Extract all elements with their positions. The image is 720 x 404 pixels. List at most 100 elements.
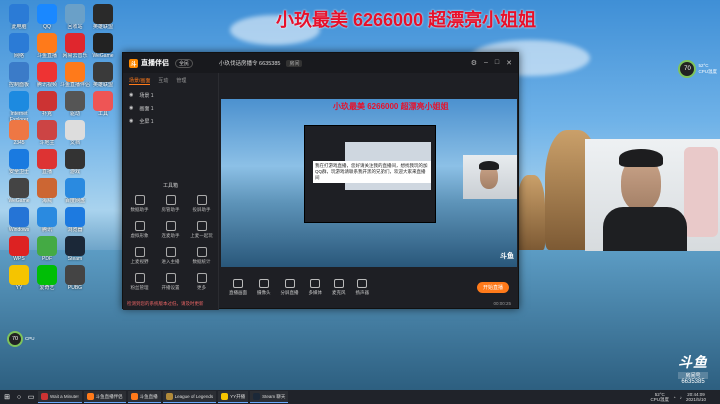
desktop-icon[interactable]: WeGame <box>4 178 34 210</box>
control-button[interactable]: 扬声器 <box>356 279 369 296</box>
network-icon[interactable]: ◔ <box>673 395 676 400</box>
desktop-icon[interactable]: 斗地主 <box>32 120 62 152</box>
control-label: 分屏直播 <box>280 290 299 295</box>
app-titlebar: 斗 直播伴侣 全民 小玖伐话房播令 6635385 房间 ⚙ – □ ✕ <box>123 53 518 73</box>
desktop-icon[interactable]: WPS <box>4 236 34 268</box>
app-icon <box>9 236 29 256</box>
eye-icon[interactable]: ◉ <box>129 118 133 125</box>
search-icon[interactable]: ○ <box>14 392 24 402</box>
app-icon <box>93 62 113 82</box>
desktop-icon[interactable]: 网易云音乐 <box>60 33 90 65</box>
tray-temp-label: CPU温度 <box>650 397 669 402</box>
settings-icon[interactable]: ⚙ <box>471 59 477 67</box>
task-view-icon[interactable]: ▭ <box>26 392 36 402</box>
desktop-icon[interactable]: Windows <box>4 207 34 239</box>
desktop-icon[interactable]: WeGame <box>88 33 118 65</box>
control-icon <box>284 279 295 288</box>
tool-item[interactable]: 粉丝管理 <box>125 273 154 291</box>
tool-item[interactable]: 进入主播 <box>156 247 185 265</box>
desktop-icon[interactable]: 腾讯 <box>32 207 62 239</box>
scene-item[interactable]: ◉ 画面 1 <box>123 102 218 115</box>
live-timer: 00:00:25 <box>493 301 511 306</box>
control-button[interactable]: 摄像头 <box>257 279 271 296</box>
desktop-icon[interactable]: 驱动 <box>60 91 90 123</box>
maximize-icon[interactable]: □ <box>495 59 499 67</box>
desktop-icon-label: 爱奇艺 <box>39 285 55 291</box>
desktop-icon[interactable]: 控制面板 <box>4 62 34 94</box>
desktop-icon[interactable]: QQ <box>32 4 62 36</box>
streaming-app-window[interactable]: 斗 直播伴侣 全民 小玖伐话房播令 6635385 房间 ⚙ – □ ✕ 场景/… <box>122 52 519 310</box>
app-icon <box>9 120 29 140</box>
desktop-icon[interactable]: Steam <box>60 236 90 268</box>
desktop-icon[interactable]: Internet Explorer <box>4 91 34 123</box>
desktop-icon[interactable]: 扑克 <box>32 91 62 123</box>
taskbar-item[interactable]: 斗鱼直播 <box>127 391 161 403</box>
taskbar-item[interactable]: YY开播 <box>218 391 249 403</box>
desktop-icon[interactable]: PUBG <box>60 265 90 297</box>
eye-icon[interactable]: ◉ <box>129 105 133 112</box>
desktop-icon[interactable]: 斗鱼直播 <box>32 33 62 65</box>
taskbar-item[interactable]: League of Legends <box>162 391 217 403</box>
taskbar-item-label: League of Legends <box>174 394 214 399</box>
taskbar-item[interactable]: Steam 聊天 <box>250 391 289 403</box>
eye-icon[interactable]: ◉ <box>129 92 133 99</box>
app-icon <box>9 149 29 169</box>
desktop-icon[interactable]: 此电脑 <box>4 4 34 36</box>
desktop-icon[interactable]: 回收站 <box>60 4 90 36</box>
stream-preview[interactable]: 小玖最美 6266000 超漂亮小姐姐 我在打游戏直播，您好请关注我的直播间，想… <box>221 99 517 267</box>
tool-label: 上麦一起玩 <box>190 233 213 238</box>
windows-start-icon[interactable]: ⊞ <box>2 392 12 402</box>
tool-item[interactable]: 数据助手 <box>125 195 154 213</box>
control-button[interactable]: 麦克风 <box>332 279 346 296</box>
desktop-icon[interactable]: 游戏 <box>60 149 90 181</box>
room-tag[interactable]: 房间 <box>286 59 303 67</box>
desktop-icon[interactable]: 网络 <box>4 33 34 65</box>
control-button[interactable]: 直播画面 <box>229 279 247 296</box>
desktop-icon[interactable]: 百度网盘 <box>60 178 90 210</box>
tool-item[interactable]: 连麦助手 <box>156 221 185 239</box>
desktop-icon[interactable]: 斗鱼直播伴侣 <box>60 62 90 94</box>
desktop-icon[interactable]: 2345 <box>4 120 34 152</box>
minimize-icon[interactable]: – <box>484 59 488 67</box>
tool-item[interactable]: 房管助手 <box>156 195 185 213</box>
tool-item[interactable]: 数据统计 <box>187 247 216 265</box>
control-button[interactable]: 分屏直播 <box>281 279 299 296</box>
desktop-icon[interactable]: 文档 <box>60 120 90 152</box>
desktop-icon[interactable]: 爱奇艺 <box>32 265 62 297</box>
tool-item[interactable]: 开播设置 <box>156 273 185 291</box>
desktop-icon[interactable]: 工具 <box>88 91 118 123</box>
taskbar-item-label: Wait a Minute! <box>50 394 79 399</box>
desktop-icon[interactable]: 直播 <box>32 149 62 181</box>
taskbar-items: Wait a Minute! 斗鱼直播伴侣 斗鱼直播 League of Legend… <box>38 391 289 403</box>
taskbar-item[interactable]: Wait a Minute! <box>38 391 82 403</box>
desktop-icon[interactable]: 英雄联盟 <box>88 62 118 94</box>
tab-0[interactable]: 场景/画面 <box>129 77 151 85</box>
tool-item[interactable]: 上麦视野 <box>125 247 154 265</box>
scene-item[interactable]: ◉ 场景 1 <box>123 89 218 102</box>
tool-item[interactable]: 虚拟形象 <box>125 221 154 239</box>
control-button[interactable]: 多媒体 <box>309 279 322 296</box>
clock[interactable]: 20:44:09 2021/5/10 <box>686 392 706 402</box>
app-icon <box>37 149 57 169</box>
tab-1[interactable]: 互动 <box>158 77 168 85</box>
start-live-button[interactable]: 开始直播 <box>476 282 509 293</box>
desktop-icon[interactable]: 安全卫士 <box>4 149 34 181</box>
desktop-icon[interactable]: 英雄联盟 <box>88 4 118 36</box>
close-icon[interactable]: ✕ <box>506 59 512 67</box>
desktop-icon[interactable]: 腾讯视频 <box>32 62 62 94</box>
tab-2[interactable]: 管理 <box>176 77 186 85</box>
desktop-icon[interactable]: 海贼 <box>32 178 62 210</box>
version-pill[interactable]: 全民 <box>175 58 194 68</box>
volume-icon[interactable]: ♪ <box>680 395 682 400</box>
scene-item[interactable]: ◉ 全屏 1 <box>123 115 218 128</box>
app-icon <box>37 120 57 140</box>
taskbar-item[interactable]: 斗鱼直播伴侣 <box>83 391 126 403</box>
tool-item[interactable]: 上麦一起玩 <box>187 221 216 239</box>
desktop-icon[interactable]: YY <box>4 265 34 297</box>
tool-item[interactable]: 投屏助手 <box>187 195 216 213</box>
app-icon <box>93 4 113 24</box>
app-icon <box>37 236 57 256</box>
desktop-icon[interactable]: 浏览器 <box>60 207 90 239</box>
tool-item[interactable]: 更多 <box>187 273 216 291</box>
desktop-icon[interactable]: PDF <box>32 236 62 268</box>
